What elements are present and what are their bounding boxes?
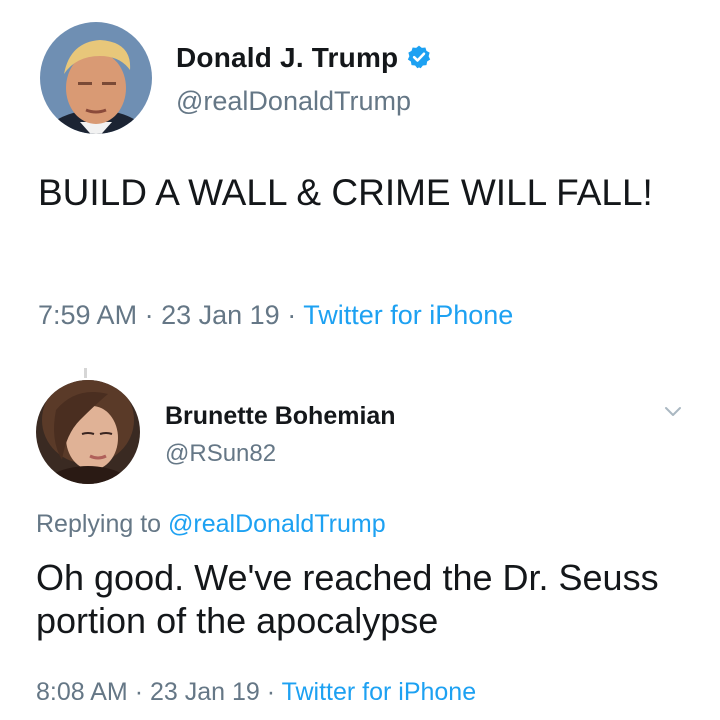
reply-tweet: Brunette Bohemian @RSun82 Replying to @r… <box>0 360 720 720</box>
meta-separator: · <box>266 678 276 706</box>
avatar[interactable] <box>40 22 152 134</box>
tweet-time: 7:59 AM <box>38 300 138 330</box>
meta-separator: · <box>287 300 297 330</box>
avatar[interactable] <box>36 380 140 484</box>
tweet: Donald J. Trump @realDonaldTrump BUILD A… <box>0 0 720 350</box>
chevron-down-icon[interactable] <box>662 400 684 422</box>
tweet-date: 23 Jan 19 <box>161 300 280 330</box>
tweet-date: 23 Jan 19 <box>149 678 260 706</box>
tweet-meta: 8:08 AM · 23 Jan 19 · Twitter for iPhone <box>36 678 476 707</box>
reply-prefix: Replying to <box>36 510 162 538</box>
display-name-text: Donald J. Trump <box>176 42 399 73</box>
thread-connector <box>84 368 87 378</box>
meta-separator: · <box>134 678 144 706</box>
display-name[interactable]: Donald J. Trump <box>176 42 432 74</box>
tweet-text: Oh good. We've reached the Dr. Seuss por… <box>36 557 659 642</box>
handle[interactable]: @RSun82 <box>165 440 276 468</box>
tweet-meta: 7:59 AM · 23 Jan 19 · Twitter for iPhone <box>38 300 513 331</box>
reply-context: Replying to @realDonaldTrump <box>36 510 386 539</box>
tweet-source-link[interactable]: Twitter for iPhone <box>282 678 477 706</box>
tweet-time: 8:08 AM <box>36 678 128 706</box>
meta-separator: · <box>144 300 154 330</box>
tweet-text: BUILD A WALL & CRIME WILL FALL! <box>38 172 653 213</box>
tweet-source-link[interactable]: Twitter for iPhone <box>303 300 513 330</box>
avatar-photo <box>40 22 152 134</box>
display-name[interactable]: Brunette Bohemian <box>165 402 396 431</box>
reply-mention-link[interactable]: @realDonaldTrump <box>168 510 386 538</box>
handle[interactable]: @realDonaldTrump <box>176 86 411 117</box>
avatar-photo <box>36 380 140 484</box>
verified-badge-icon <box>406 44 432 70</box>
